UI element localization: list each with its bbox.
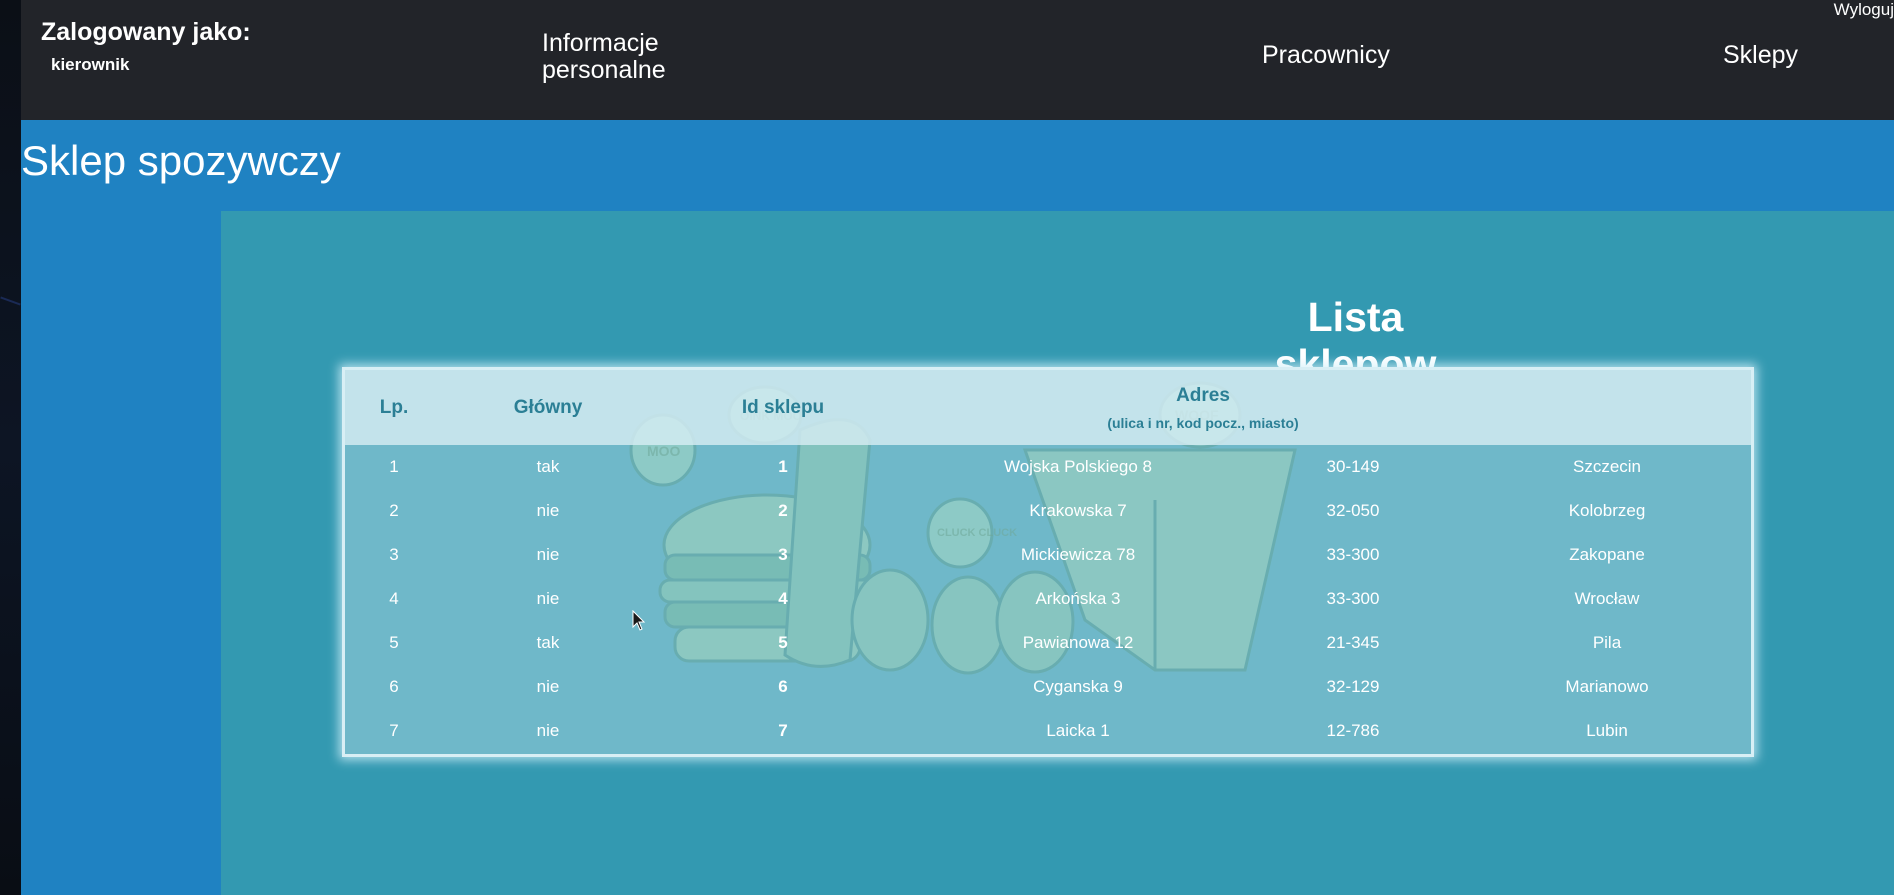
cell-lp: 2 (389, 501, 399, 520)
nav-personal-info-line2: personalne (542, 56, 666, 84)
column-header-address-label: Adres (1176, 384, 1230, 406)
cell-shop-id: 6 (778, 677, 788, 696)
cell-postal-code: 33-300 (1326, 545, 1380, 564)
cell-street: Cyganska 9 (1033, 677, 1123, 696)
table-row[interactable]: 3 nie 3 Mickiewicza 78 33-300 Zakopane (345, 533, 1751, 577)
shops-table-container: MOO OINK MOO CLUCK CLUCK WOOF Lp. Główny… (342, 367, 1754, 757)
cell-postal-code: 33-300 (1326, 589, 1380, 608)
top-navigation-bar: Zalogowany jako: kierownik Informacje pe… (21, 0, 1894, 120)
background-decoration (0, 296, 21, 306)
cell-postal-code: 30-149 (1326, 457, 1380, 476)
column-header-main[interactable]: Główny (443, 370, 653, 445)
cell-city: Pila (1592, 633, 1622, 652)
cell-lp: 6 (389, 677, 399, 696)
cell-city: Kolobrzeg (1568, 501, 1646, 520)
cell-main: nie (536, 677, 560, 696)
cell-city: Zakopane (1569, 545, 1645, 564)
cell-shop-id: 2 (778, 501, 788, 520)
column-header-lp[interactable]: Lp. (345, 370, 443, 445)
cell-lp: 1 (389, 457, 399, 476)
cell-street: Wojska Polskiego 8 (1003, 457, 1153, 476)
cell-main: nie (536, 589, 560, 608)
column-header-shop-id[interactable]: Id sklepu (653, 370, 913, 445)
desktop-background-strip (0, 0, 21, 895)
nav-personal-info[interactable]: Informacje personalne (542, 30, 722, 84)
cell-street: Krakowska 7 (1029, 501, 1127, 520)
table-row[interactable]: 5 tak 5 Pawianowa 12 21-345 Pila (345, 621, 1751, 665)
cell-street: Laicka 1 (1046, 721, 1110, 740)
cell-lp: 7 (389, 721, 399, 740)
table-header-row: Lp. Główny Id sklepu Adres (ulica i nr, … (345, 370, 1751, 445)
cell-city: Lubin (1586, 721, 1628, 740)
cell-shop-id: 4 (778, 589, 788, 608)
app-window: Zalogowany jako: kierownik Informacje pe… (21, 0, 1894, 895)
nav-shops[interactable]: Sklepy (1723, 42, 1798, 69)
cell-main: nie (536, 545, 560, 564)
shops-table: Lp. Główny Id sklepu Adres (ulica i nr, … (345, 370, 1751, 753)
cell-street: Arkońska 3 (1035, 589, 1121, 608)
cell-lp: 3 (389, 545, 399, 564)
column-header-address[interactable]: Adres (ulica i nr, kod pocz., miasto) (913, 370, 1751, 445)
table-row[interactable]: 1 tak 1 Wojska Polskiego 8 30-149 Szczecin (345, 445, 1751, 489)
nav-personal-info-line1: Informacje (542, 29, 659, 57)
app-title: Sklep spozywczy (21, 137, 341, 184)
cell-lp: 5 (389, 633, 399, 652)
table-row[interactable]: 7 nie 7 Laicka 1 12-786 Lubin (345, 709, 1751, 753)
table-row[interactable]: 2 nie 2 Krakowska 7 32-050 Kolobrzeg (345, 489, 1751, 533)
logged-user-name: kierownik (51, 55, 130, 74)
logout-link[interactable]: Wyloguj (1834, 0, 1894, 20)
column-header-address-sub: (ulica i nr, kod pocz., miasto) (1107, 414, 1299, 431)
cell-postal-code: 21-345 (1326, 633, 1380, 652)
cell-postal-code: 32-129 (1326, 677, 1380, 696)
cell-city: Marianowo (1565, 677, 1649, 696)
cell-main: nie (536, 501, 560, 520)
table-row[interactable]: 4 nie 4 Arkońska 3 33-300 Wrocław (345, 577, 1751, 621)
cell-shop-id: 3 (778, 545, 788, 564)
nav-workers[interactable]: Pracownicy (1262, 42, 1390, 69)
cell-shop-id: 7 (778, 721, 788, 740)
cell-street: Mickiewicza 78 (1020, 545, 1136, 564)
cell-shop-id: 5 (778, 633, 788, 652)
cell-city: Wrocław (1574, 589, 1640, 608)
cell-main: nie (536, 721, 560, 740)
cell-shop-id: 1 (778, 457, 788, 476)
cell-lp: 4 (389, 589, 399, 608)
cell-postal-code: 12-786 (1326, 721, 1380, 740)
table-body: 1 tak 1 Wojska Polskiego 8 30-149 Szczecin 2 ni… (345, 445, 1751, 753)
login-label: Zalogowany jako: (41, 18, 251, 46)
cell-city: Szczecin (1572, 457, 1642, 476)
main-content-panel: Lista sklepow MOO OINK MOO CLUCK CLUCK W… (221, 211, 1894, 895)
cell-postal-code: 32-050 (1326, 501, 1380, 520)
cell-street: Pawianowa 12 (1022, 633, 1134, 652)
cell-main: tak (536, 457, 560, 476)
cell-main: tak (536, 633, 560, 652)
table-row[interactable]: 6 nie 6 Cyganska 9 32-129 Marianowo (345, 665, 1751, 709)
mouse-cursor-icon (632, 610, 646, 631)
